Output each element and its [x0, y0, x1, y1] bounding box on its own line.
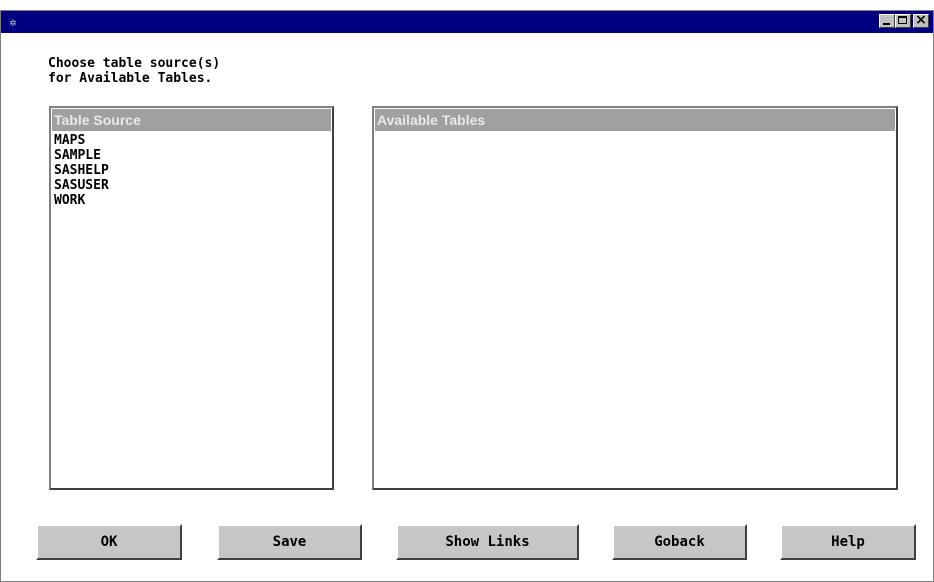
table-source-items: MAPS SAMPLE SASHELP SASUSER WORK: [51, 132, 332, 209]
minimize-icon[interactable]: [879, 14, 895, 28]
instructions-line-1: Choose table source(s): [48, 56, 221, 71]
table-source-listbox[interactable]: Table Source MAPS SAMPLE SASHELP SASUSER…: [49, 106, 334, 490]
instructions-line-2: for Available Tables.: [48, 71, 213, 86]
available-tables-header: Available Tables: [375, 109, 895, 131]
available-tables-items: [374, 132, 896, 134]
title-bar[interactable]: ✲: [1, 11, 933, 33]
ok-button[interactable]: OK: [36, 524, 182, 560]
save-button[interactable]: Save: [217, 524, 362, 560]
maximize-icon[interactable]: [895, 14, 911, 28]
list-item-sample[interactable]: SAMPLE: [54, 148, 329, 163]
help-button[interactable]: Help: [780, 524, 916, 560]
list-item-work[interactable]: WORK: [54, 193, 329, 208]
goback-button[interactable]: Goback: [612, 524, 747, 560]
table-source-header: Table Source: [52, 109, 331, 131]
instructions-text: Choose table source(s) for Available Tab…: [48, 56, 220, 86]
close-icon[interactable]: [913, 12, 929, 28]
list-item-maps[interactable]: MAPS: [54, 133, 329, 148]
show-links-button[interactable]: Show Links: [396, 524, 579, 560]
sas-app-icon[interactable]: ✲: [5, 14, 21, 30]
list-item-sasuser[interactable]: SASUSER: [54, 178, 329, 193]
list-item-sashelp[interactable]: SASHELP: [54, 163, 329, 178]
available-tables-listbox[interactable]: Available Tables: [372, 106, 898, 490]
